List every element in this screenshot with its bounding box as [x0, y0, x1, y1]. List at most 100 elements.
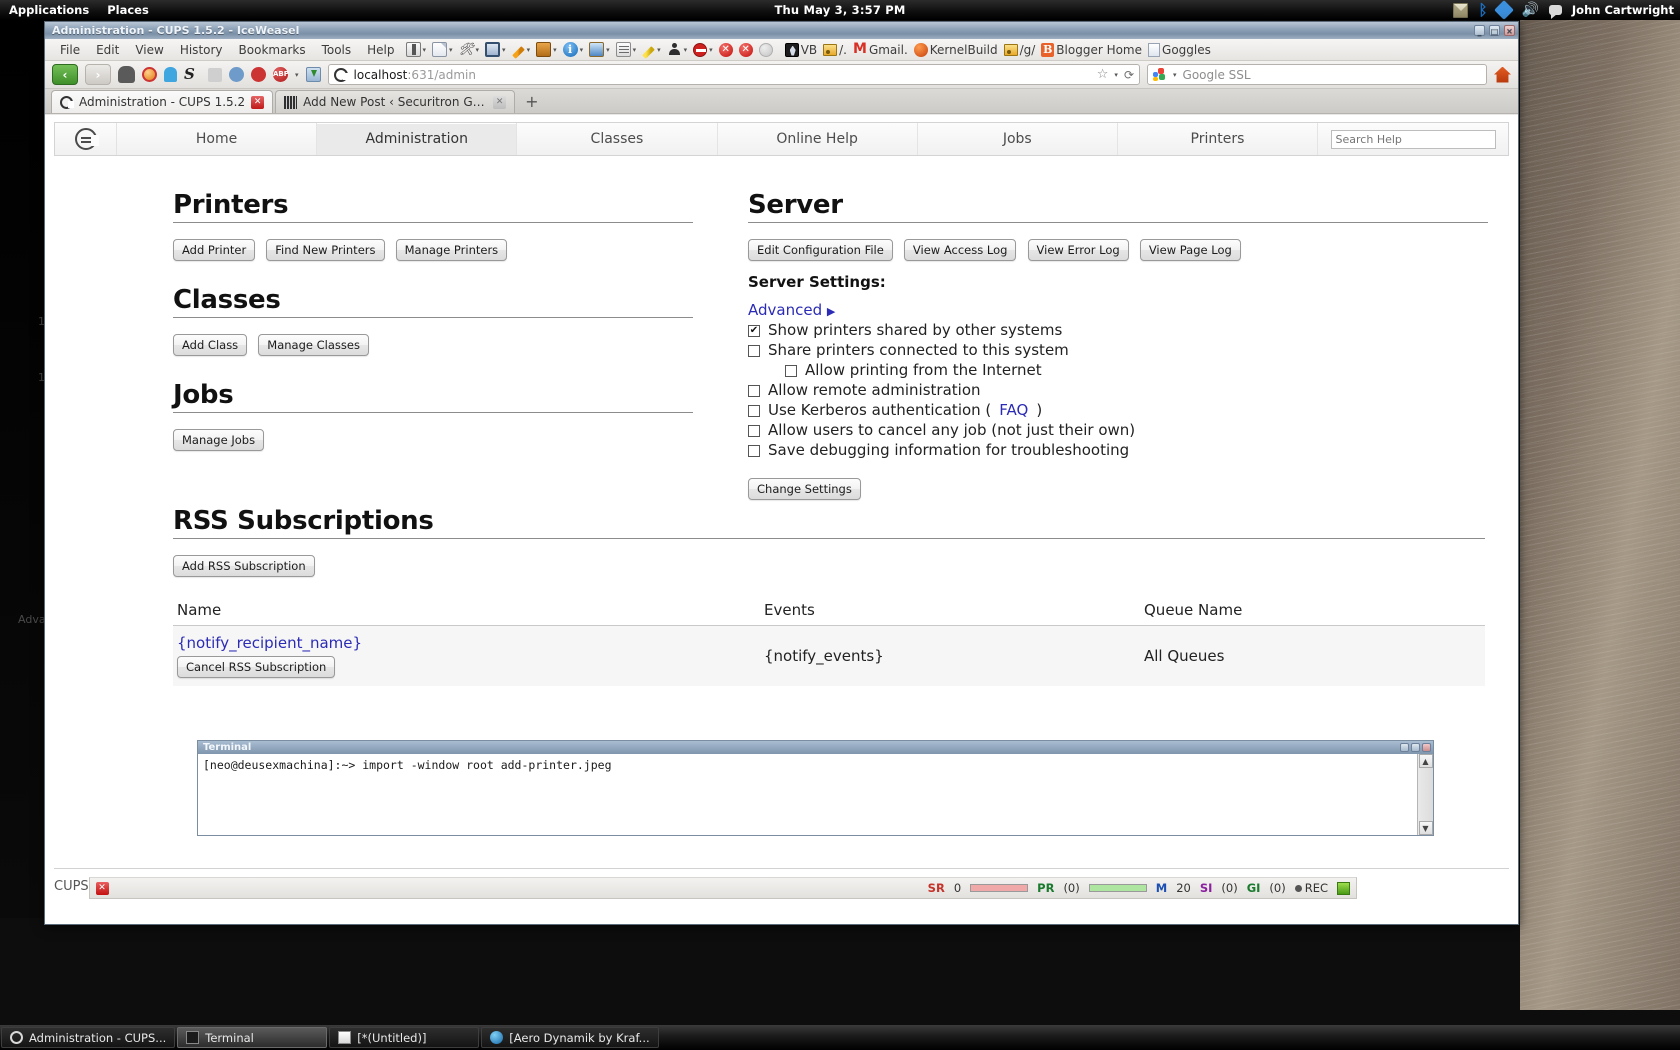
terminal-minimize-button[interactable]: [1400, 743, 1409, 752]
checkbox-use-kerberos[interactable]: Use Kerberos authentication (FAQ): [748, 401, 1488, 420]
terminal-title-bar[interactable]: Terminal: [198, 741, 1433, 754]
view-error-log-button[interactable]: View Error Log: [1028, 239, 1129, 261]
image-icon-button[interactable]: ▾: [587, 41, 612, 58]
checkbox-box[interactable]: [785, 365, 797, 377]
add-printer-button[interactable]: Add Printer: [173, 239, 255, 261]
window-minimize-button[interactable]: _: [1474, 25, 1485, 36]
checkbox-box[interactable]: [748, 385, 760, 397]
chevron-down-icon[interactable]: ▾: [1114, 71, 1118, 79]
chat-icon[interactable]: [1549, 5, 1562, 15]
manage-classes-button[interactable]: Manage Classes: [258, 334, 369, 356]
bookmark-blogger[interactable]: BBlogger Home: [1039, 42, 1144, 58]
green-square-icon[interactable]: [1337, 882, 1350, 895]
checkbox-box[interactable]: [748, 345, 760, 357]
add-class-button[interactable]: Add Class: [173, 334, 247, 356]
terminal-maximize-button[interactable]: [1411, 743, 1420, 752]
checkbox-allow-cancel-any-job[interactable]: Allow users to cancel any job (not just …: [748, 421, 1488, 440]
volume-icon[interactable]: 🔊: [1521, 3, 1538, 18]
search-bar[interactable]: ▾ Google SSL: [1147, 64, 1487, 85]
checkbox-save-debugging-info[interactable]: Save debugging information for troublesh…: [748, 441, 1488, 460]
book-icon-button[interactable]: ▾: [404, 41, 429, 58]
taskbar-item-amarok[interactable]: [Aero Dynamik by Kraf...: [481, 1027, 658, 1048]
bookmark-vb[interactable]: VB: [783, 42, 819, 58]
checkbox-allow-remote-admin[interactable]: Allow remote administration: [748, 381, 1488, 400]
document-icon-button[interactable]: ▾: [430, 41, 455, 58]
menu-history[interactable]: History: [173, 41, 230, 59]
noscript-icon[interactable]: [142, 67, 157, 82]
crop-icon-button[interactable]: ▾: [483, 41, 508, 58]
pencil-icon-button[interactable]: ▾: [510, 44, 533, 56]
menu-file[interactable]: File: [53, 41, 87, 59]
view-page-log-button[interactable]: View Page Log: [1140, 239, 1241, 261]
bookmark-gmail[interactable]: MGmail.: [851, 41, 910, 58]
ghost-blue-icon[interactable]: [164, 67, 177, 82]
cups-tab-online-help[interactable]: Online Help: [718, 123, 918, 155]
wand-icon-button[interactable]: ▾: [640, 44, 663, 56]
menu-view[interactable]: View: [128, 41, 170, 59]
feed-icon[interactable]: [208, 68, 222, 82]
back-button[interactable]: ‹: [52, 64, 78, 85]
cups-logo-cell[interactable]: [55, 123, 117, 155]
menu-tools[interactable]: Tools: [315, 41, 359, 59]
window-maximize-button[interactable]: □: [1489, 25, 1500, 36]
terminal-scrollbar[interactable]: ▲ ▼: [1417, 754, 1433, 835]
script-s-icon[interactable]: S: [184, 66, 201, 83]
forward-button[interactable]: ›: [85, 64, 111, 85]
info-icon-button[interactable]: i▾: [561, 41, 586, 58]
grey-circle-icon-button[interactable]: [757, 42, 775, 58]
view-access-log-button[interactable]: View Access Log: [904, 239, 1017, 261]
bookmark-kernelbuild[interactable]: KernelBuild: [912, 42, 1000, 58]
edit-configuration-file-button[interactable]: Edit Configuration File: [748, 239, 893, 261]
scroll-down-icon[interactable]: ▼: [1419, 821, 1433, 835]
close-red-icon-button[interactable]: ✕: [717, 42, 735, 58]
checkbox-show-printers-shared[interactable]: ✔ Show printers shared by other systems: [748, 321, 1488, 340]
noentry-icon-button[interactable]: ▾: [691, 42, 715, 58]
download-icon[interactable]: [306, 67, 321, 82]
tab-add-new-post[interactable]: Add New Post ‹ Securitron GNU/Linu... ✕: [275, 90, 515, 113]
cups-tab-jobs[interactable]: Jobs: [918, 123, 1118, 155]
bookmark-g[interactable]: /g/: [1002, 42, 1038, 58]
close-red-icon-button-2[interactable]: ✕: [737, 42, 755, 58]
cups-tab-printers[interactable]: Printers: [1118, 123, 1318, 155]
scroll-up-icon[interactable]: ▲: [1419, 754, 1433, 768]
rss-recipient-link[interactable]: {notify_recipient_name}: [177, 634, 756, 652]
adblock-icon[interactable]: ABP: [273, 67, 288, 82]
faq-link[interactable]: FAQ: [999, 401, 1028, 420]
history-block-icon[interactable]: [251, 67, 266, 82]
close-icon[interactable]: ✕: [96, 882, 109, 895]
user-name-label[interactable]: John Cartwright: [1572, 3, 1674, 17]
inbox-icon-button[interactable]: ▾: [534, 41, 559, 58]
find-new-printers-button[interactable]: Find New Printers: [266, 239, 384, 261]
manage-jobs-button[interactable]: Manage Jobs: [173, 429, 264, 451]
panel-clock[interactable]: Thu May 3, 3:57 PM: [0, 3, 1680, 17]
ghostery-icon[interactable]: [118, 66, 135, 83]
terminal-close-button[interactable]: [1422, 743, 1431, 752]
cancel-rss-subscription-button[interactable]: Cancel RSS Subscription: [177, 656, 335, 678]
checkbox-share-printers[interactable]: Share printers connected to this system: [748, 341, 1488, 360]
cups-tab-classes[interactable]: Classes: [517, 123, 717, 155]
bookmark-goggles[interactable]: Goggles: [1146, 42, 1213, 58]
tab-cups-administration[interactable]: Administration - CUPS 1.5.2 ✕: [51, 90, 273, 113]
checkbox-allow-printing-internet[interactable]: Allow printing from the Internet: [748, 361, 1488, 380]
url-bar[interactable]: localhost:631/admin ☆ ▾ ⟳: [328, 64, 1140, 85]
add-rss-subscription-button[interactable]: Add RSS Subscription: [173, 555, 315, 577]
dropbox-icon[interactable]: [1495, 0, 1515, 20]
list-icon-button[interactable]: ▾: [614, 41, 639, 58]
checkbox-box[interactable]: ✔: [748, 325, 760, 337]
menu-help[interactable]: Help: [360, 41, 401, 59]
person-icon-button[interactable]: ▾: [665, 41, 690, 58]
terminal-output[interactable]: [neo@deusexmachina]:~> import -window ro…: [198, 754, 1417, 835]
checkbox-box[interactable]: [748, 445, 760, 457]
home-icon[interactable]: [1494, 67, 1511, 83]
checkbox-box[interactable]: [748, 405, 760, 417]
tools-icon-button[interactable]: 🛠▾: [457, 41, 482, 58]
status-close-cell[interactable]: ✕: [90, 882, 114, 895]
change-settings-button[interactable]: Change Settings: [748, 478, 861, 500]
reload-icon[interactable]: ⟳: [1124, 68, 1134, 82]
bookmark-star-icon[interactable]: ☆: [1097, 67, 1109, 82]
checkbox-box[interactable]: [748, 425, 760, 437]
menu-bookmarks[interactable]: Bookmarks: [232, 41, 313, 59]
window-close-button[interactable]: ✕: [1504, 25, 1515, 36]
bookmark-slashdot[interactable]: /.: [821, 42, 849, 58]
taskbar-item-terminal[interactable]: Terminal: [177, 1027, 327, 1048]
